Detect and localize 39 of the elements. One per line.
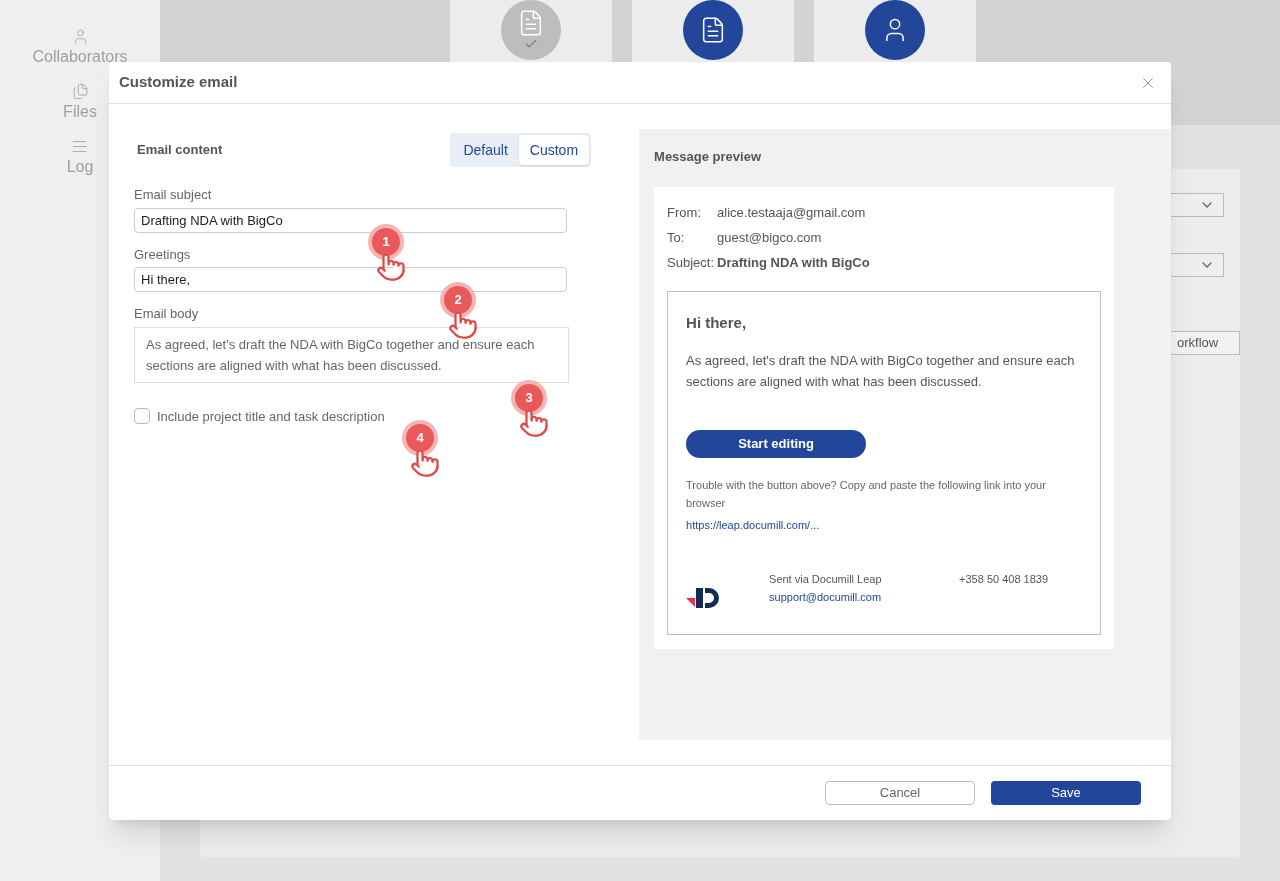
field-label: Email subject <box>134 186 213 204</box>
hand-pointer-icon <box>376 252 406 282</box>
hand-pointer-icon <box>410 448 440 478</box>
dialog-title: Customize email <box>119 72 238 93</box>
email-greeting: Hi there, <box>686 312 748 333</box>
start-editing-button[interactable]: Start editing <box>686 430 867 458</box>
preview-title: Message preview <box>654 148 762 166</box>
sidebar-icon <box>71 138 89 155</box>
callout-marker: 4 <box>406 424 434 452</box>
segment-tab[interactable]: Default <box>452 135 519 165</box>
header-value: guest@bigco.com <box>717 228 822 247</box>
segment-tab[interactable]: Custom <box>518 135 590 165</box>
sidebar-icon <box>71 83 89 100</box>
checkbox[interactable] <box>134 408 150 425</box>
sent-via-text: Sent via Documill Leap <box>769 572 883 587</box>
support-email-link[interactable]: support@documill.com <box>769 588 960 606</box>
checkbox-label: Include project title and task description <box>157 407 385 426</box>
preview-link[interactable]: https://leap.documill.com/... <box>686 519 820 531</box>
header-value: alice.testaaja@gmail.com <box>717 203 866 222</box>
email-body-field[interactable]: As agreed, let's draft the NDA with BigCo together and ensure each sections are aligned with what has been discussed. <box>134 326 569 383</box>
text-field[interactable]: Drafting NDA with BigCo <box>134 207 567 233</box>
hand-pointer-icon <box>448 310 478 340</box>
cancel-button[interactable]: Cancel <box>825 781 975 805</box>
callout-marker: 1 <box>372 228 400 256</box>
header-label: Subject: <box>667 253 716 272</box>
section-label: Email content <box>137 141 223 160</box>
phone-number: +358 50 408 1839 <box>959 572 1049 587</box>
header-value: Drafting NDA with BigCo <box>717 253 870 272</box>
callout-marker: 2 <box>444 286 472 314</box>
header-label: To: <box>667 228 686 247</box>
text-field[interactable]: Hi there, <box>134 267 567 292</box>
hand-pointer-icon <box>519 408 549 438</box>
field-label: Email body <box>134 305 200 323</box>
header-label: From: <box>667 203 702 222</box>
email-body: As agreed, let's draft the NDA with BigCo together and ensure each sections are aligned with what has been discussed. <box>686 352 1076 391</box>
callout-marker: 3 <box>515 384 543 412</box>
save-button[interactable]: Save <box>991 781 1141 805</box>
trouble-text: Trouble with the button above? Copy and paste the following link into your browser <box>686 478 1047 511</box>
field-label: Greetings <box>134 245 192 264</box>
